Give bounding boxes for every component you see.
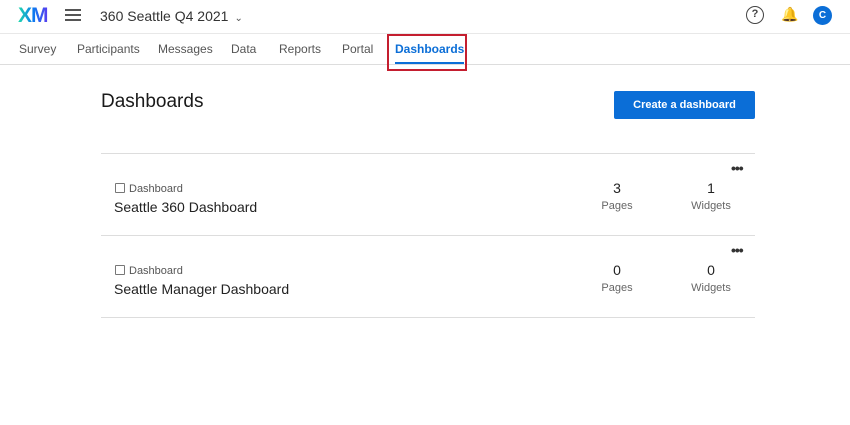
xm-logo[interactable]: XM <box>18 4 48 28</box>
dashboard-icon <box>115 183 125 193</box>
tab-messages[interactable]: Messages <box>158 42 213 56</box>
tab-reports[interactable]: Reports <box>279 42 321 56</box>
hamburger-menu-icon[interactable] <box>65 9 81 24</box>
project-selector[interactable]: 360 Seattle Q4 2021 ⌄ <box>100 8 243 24</box>
dashboard-card[interactable]: Dashboard Seattle 360 Dashboard 3 Pages 1… <box>101 153 755 235</box>
dashboard-name[interactable]: Seattle 360 Dashboard <box>114 199 257 215</box>
widgets-stat: 0 Widgets <box>691 262 731 294</box>
help-icon[interactable]: ? <box>746 6 764 24</box>
more-options-icon[interactable]: ••• <box>731 242 744 258</box>
page-title: Dashboards <box>101 91 204 112</box>
tab-survey[interactable]: Survey <box>19 42 56 56</box>
create-dashboard-button[interactable]: Create a dashboard <box>614 91 755 119</box>
project-name: 360 Seattle Q4 2021 <box>100 8 229 24</box>
chevron-down-icon: ⌄ <box>234 13 243 24</box>
dashboard-name[interactable]: Seattle Manager Dashboard <box>114 281 289 297</box>
top-bar: XM 360 Seattle Q4 2021 ⌄ ? 🔔 C <box>0 0 850 33</box>
more-options-icon[interactable]: ••• <box>731 160 744 176</box>
dashboard-icon <box>115 265 125 275</box>
tab-portal[interactable]: Portal <box>342 42 373 56</box>
pages-stat: 0 Pages <box>601 262 633 294</box>
dashboard-type: Dashboard <box>115 183 183 195</box>
pages-stat: 3 Pages <box>601 180 633 212</box>
tab-participants[interactable]: Participants <box>77 42 140 56</box>
dashboard-card[interactable]: Dashboard Seattle Manager Dashboard 0 Pag… <box>101 235 755 318</box>
bell-icon[interactable]: 🔔 <box>781 6 799 24</box>
widgets-stat: 1 Widgets <box>691 180 731 212</box>
tab-data[interactable]: Data <box>231 42 256 56</box>
dashboard-type: Dashboard <box>115 265 183 277</box>
highlight-box <box>387 34 467 71</box>
avatar[interactable]: C <box>813 6 832 25</box>
